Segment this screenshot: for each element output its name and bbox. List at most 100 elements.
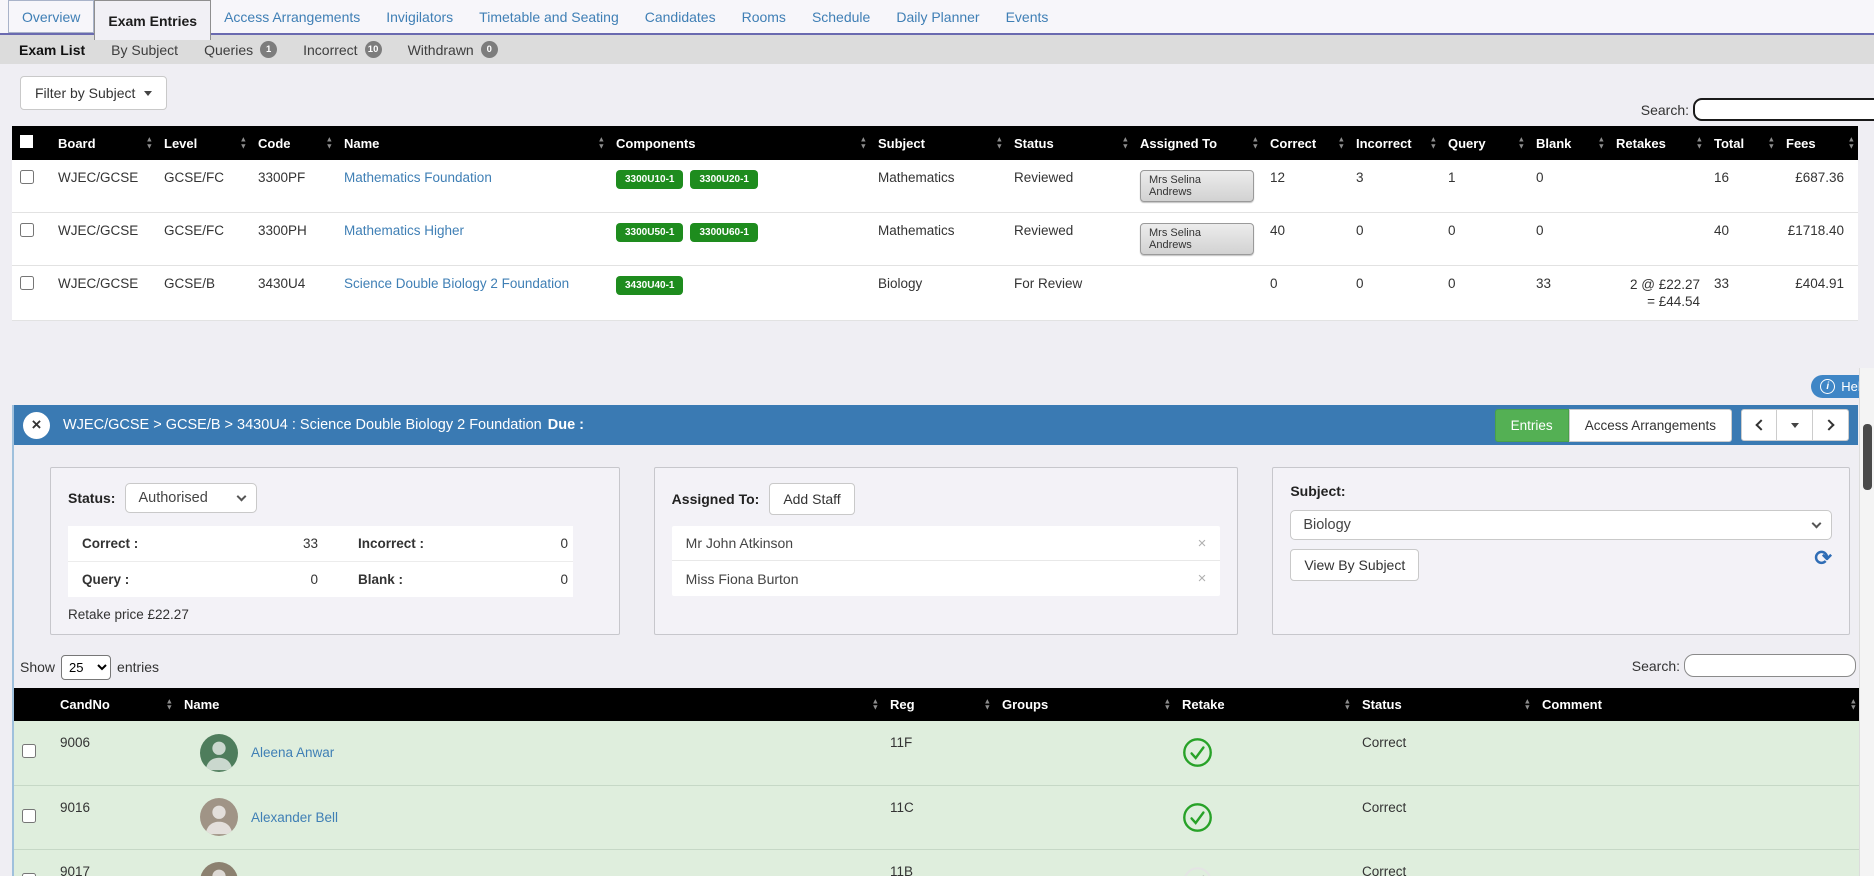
- exam-name-link[interactable]: Mathematics Foundation: [344, 170, 492, 185]
- col-board[interactable]: Board▲▼: [50, 126, 156, 160]
- col-select: [14, 688, 52, 721]
- query-cell: 0: [1440, 266, 1528, 321]
- remove-staff-icon[interactable]: ×: [1198, 570, 1207, 587]
- col-incorrect[interactable]: Incorrect▲▼: [1348, 126, 1440, 160]
- subtab-by-subject[interactable]: By Subject: [98, 42, 191, 58]
- previous-record-button[interactable]: [1741, 409, 1777, 441]
- subject-select[interactable]: Biology: [1291, 511, 1831, 539]
- status-cell: Reviewed: [1006, 160, 1132, 213]
- subtab-queries[interactable]: Queries1: [191, 41, 290, 58]
- entries-toolbar: Show 25 entries Search:: [14, 653, 1858, 681]
- incorrect-value: 0: [483, 536, 568, 551]
- sort-icon: ▲▼: [1338, 137, 1345, 150]
- tab-events[interactable]: Events: [993, 0, 1062, 33]
- col-level[interactable]: Level▲▼: [156, 126, 250, 160]
- candidate-entries-table: CandNo▲▼ Name▲▼ Reg▲▼ Groups▲▼ Retake▲▼ …: [14, 688, 1860, 876]
- row-checkbox[interactable]: [22, 873, 36, 876]
- row-checkbox[interactable]: [20, 170, 34, 184]
- col-groups[interactable]: Groups▲▼: [994, 688, 1174, 721]
- top-navigation: Overview Exam Entries Access Arrangement…: [0, 0, 1874, 33]
- col-correct[interactable]: Correct▲▼: [1262, 126, 1348, 160]
- tab-invigilators[interactable]: Invigilators: [373, 0, 466, 33]
- tab-exam-entries[interactable]: Exam Entries: [94, 0, 211, 40]
- retake-check-icon[interactable]: [1182, 737, 1213, 768]
- sort-icon: ▲▼: [1344, 698, 1351, 711]
- retake-check-icon[interactable]: [1182, 802, 1213, 833]
- col-cand-status[interactable]: Status▲▼: [1354, 688, 1534, 721]
- col-components[interactable]: Components▲▼: [608, 126, 870, 160]
- tab-schedule[interactable]: Schedule: [799, 0, 883, 33]
- groups-cell: [994, 849, 1174, 876]
- sort-icon: ▲▼: [326, 137, 333, 150]
- entries-header-row: CandNo▲▼ Name▲▼ Reg▲▼ Groups▲▼ Retake▲▼ …: [14, 688, 1860, 721]
- col-candno[interactable]: CandNo▲▼: [52, 688, 176, 721]
- col-cand-name[interactable]: Name▲▼: [176, 688, 882, 721]
- remove-staff-icon[interactable]: ×: [1198, 535, 1207, 552]
- avatar: [200, 862, 238, 876]
- exam-search-input[interactable]: [1693, 98, 1874, 121]
- next-record-button[interactable]: [1813, 409, 1849, 441]
- col-total[interactable]: Total▲▼: [1706, 126, 1778, 160]
- comment-cell: [1534, 849, 1860, 876]
- col-retakes[interactable]: Retakes▲▼: [1608, 126, 1706, 160]
- tab-candidates[interactable]: Candidates: [632, 0, 729, 33]
- view-by-subject-button[interactable]: View By Subject: [1290, 549, 1419, 581]
- component-badge[interactable]: 3300U50-1: [616, 223, 683, 242]
- subtab-incorrect[interactable]: Incorrect10: [290, 41, 394, 58]
- add-staff-button[interactable]: Add Staff: [769, 483, 854, 515]
- retake-check-faded-icon[interactable]: [1182, 866, 1213, 876]
- fees-cell: £404.91: [1778, 266, 1858, 321]
- row-checkbox[interactable]: [20, 223, 34, 237]
- vertical-scrollbar[interactable]: [1859, 368, 1874, 876]
- row-checkbox[interactable]: [20, 276, 34, 290]
- col-fees[interactable]: Fees▲▼: [1778, 126, 1858, 160]
- col-status[interactable]: Status▲▼: [1006, 126, 1132, 160]
- detail-header-bar: × WJEC/GCSE > GCSE/B > 3430U4 : Science …: [14, 405, 1858, 445]
- assigned-staff-pill[interactable]: Mrs Selina Andrews: [1140, 223, 1254, 255]
- tab-timetable-seating[interactable]: Timetable and Seating: [466, 0, 632, 33]
- fees-cell: £687.36: [1778, 160, 1858, 213]
- col-blank[interactable]: Blank▲▼: [1528, 126, 1608, 160]
- component-badge[interactable]: 3300U10-1: [616, 170, 683, 189]
- row-checkbox[interactable]: [22, 809, 36, 823]
- component-badge[interactable]: 3430U40-1: [616, 276, 683, 295]
- row-checkbox[interactable]: [22, 744, 36, 758]
- exam-name-link[interactable]: Science Double Biology 2 Foundation: [344, 276, 569, 291]
- candidate-name-link[interactable]: Alexander Bell: [251, 810, 338, 825]
- select-all-checkbox[interactable]: [20, 135, 33, 148]
- status-select[interactable]: Authorised: [126, 484, 256, 512]
- entries-button[interactable]: Entries: [1495, 409, 1569, 442]
- subtab-exam-list[interactable]: Exam List: [6, 42, 98, 58]
- col-assigned-to[interactable]: Assigned To▲▼: [1132, 126, 1262, 160]
- subtab-withdrawn[interactable]: Withdrawn0: [395, 41, 511, 58]
- tab-overview[interactable]: Overview: [8, 0, 94, 33]
- tab-access-arrangements[interactable]: Access Arrangements: [211, 0, 373, 33]
- col-name[interactable]: Name▲▼: [336, 126, 608, 160]
- close-icon[interactable]: ×: [23, 412, 50, 439]
- entries-search-input[interactable]: [1684, 654, 1856, 677]
- col-query[interactable]: Query▲▼: [1440, 126, 1528, 160]
- tab-daily-planner[interactable]: Daily Planner: [883, 0, 992, 33]
- record-menu-button[interactable]: [1777, 409, 1813, 441]
- col-code[interactable]: Code▲▼: [250, 126, 336, 160]
- col-subject[interactable]: Subject▲▼: [870, 126, 1006, 160]
- refresh-icon[interactable]: ⟳: [1814, 549, 1832, 569]
- retakes-cell: 2 @ £22.27= £44.54: [1608, 266, 1706, 321]
- exam-name-link[interactable]: Mathematics Higher: [344, 223, 464, 238]
- entries-label: entries: [117, 659, 159, 675]
- candidate-name-link[interactable]: Aleena Anwar: [251, 745, 334, 760]
- component-badge[interactable]: 3300U20-1: [690, 170, 757, 189]
- access-arrangements-button[interactable]: Access Arrangements: [1569, 409, 1732, 442]
- scrollbar-thumb[interactable]: [1863, 424, 1872, 490]
- col-reg[interactable]: Reg▲▼: [882, 688, 994, 721]
- component-badge[interactable]: 3300U60-1: [690, 223, 757, 242]
- avatar: [200, 798, 238, 836]
- retakes-cell: [1608, 213, 1706, 266]
- sort-icon: ▲▼: [1518, 137, 1525, 150]
- tab-rooms[interactable]: Rooms: [729, 0, 799, 33]
- col-retake[interactable]: Retake▲▼: [1174, 688, 1354, 721]
- page-size-select[interactable]: 25: [61, 655, 111, 680]
- assigned-staff-pill[interactable]: Mrs Selina Andrews: [1140, 170, 1254, 202]
- col-comment[interactable]: Comment▲▼: [1534, 688, 1860, 721]
- filter-by-subject-button[interactable]: Filter by Subject: [20, 76, 167, 110]
